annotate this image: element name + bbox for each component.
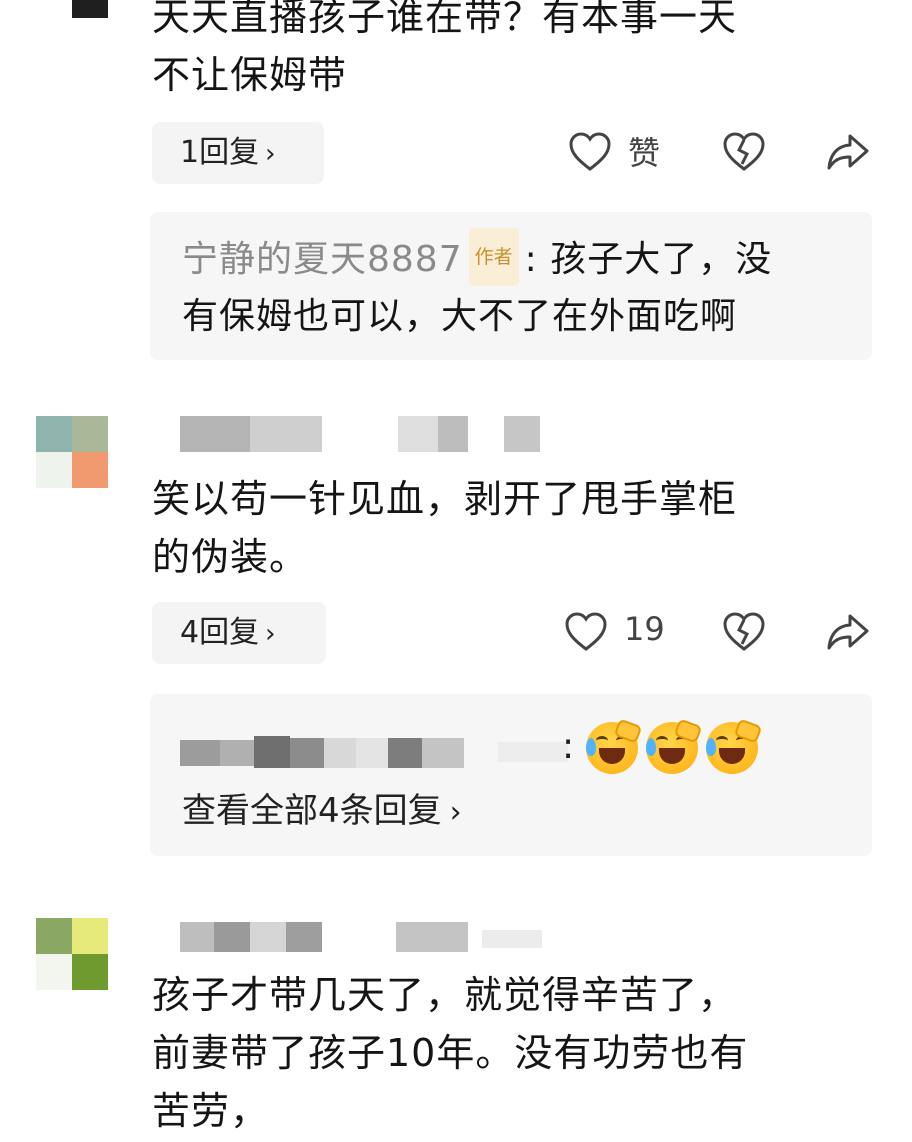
- view-all-replies-label: 查看全部4条回复: [182, 791, 442, 831]
- chevron-right-icon: ›: [449, 795, 462, 830]
- comment-text: 笑以苟一针见血，剥开了甩手掌柜 的伪装。: [152, 470, 872, 586]
- comment-text-line: 苦劳，: [152, 1089, 270, 1133]
- comment-text-line: 前妻带了孩子10年。没有功劳也有: [152, 1031, 749, 1075]
- rofl-emoji: [706, 718, 763, 774]
- view-all-replies-link[interactable]: 查看全部4条回复 ›: [182, 786, 462, 838]
- reply-count-label: 1回复: [180, 135, 260, 170]
- share-button[interactable]: [826, 132, 870, 172]
- sub-reply-author-redacted[interactable]: [180, 732, 568, 772]
- reply-count-label: 4回复: [180, 615, 260, 650]
- author-badge: 作者: [468, 228, 519, 286]
- comment-text-line: 的伪装。: [152, 535, 309, 579]
- sub-reply-line: 宁静的夏天8887 作者: 孩子大了，没: [182, 228, 852, 290]
- comment-text-line: 不让保姆带: [152, 53, 348, 97]
- heart-outline-icon: [569, 132, 611, 171]
- share-button[interactable]: [826, 612, 870, 652]
- share-arrow-icon: [827, 614, 869, 650]
- comment-text-line: 天天直播孩子谁在带？有本事一天: [152, 0, 738, 39]
- reply-count-button[interactable]: 1回复 ›: [152, 122, 324, 184]
- comment-text-line: 笑以苟一针见血，剥开了甩手掌柜: [152, 477, 738, 521]
- like-count: 赞: [628, 134, 661, 172]
- rofl-emoji: [646, 718, 703, 774]
- share-arrow-icon: [827, 134, 869, 170]
- sub-reply-text-line: 有保姆也可以，大不了在外面吃啊: [182, 296, 738, 337]
- username-redacted[interactable]: [152, 416, 552, 452]
- like-button[interactable]: [568, 132, 612, 172]
- avatar[interactable]: [36, 918, 108, 990]
- sub-reply-box[interactable]: 宁静的夏天8887 作者: 孩子大了，没 有保姆也可以，大不了在外面吃啊: [150, 212, 872, 360]
- like-button[interactable]: [564, 612, 608, 652]
- sub-reply-author[interactable]: 宁静的夏天8887: [182, 239, 463, 280]
- comment-text: 天天直播孩子谁在带？有本事一天 不让保姆带: [152, 0, 872, 104]
- username-redacted[interactable]: [152, 918, 552, 954]
- comment-text-line: 孩子才带几天了，就觉得辛苦了，: [152, 973, 738, 1017]
- avatar[interactable]: [36, 416, 108, 488]
- chevron-right-icon: ›: [265, 139, 276, 169]
- sub-reply-text: 宁静的夏天8887 作者: 孩子大了，没 有保姆也可以，大不了在外面吃啊: [182, 228, 852, 344]
- broken-heart-icon: [723, 132, 765, 171]
- sub-reply-colon: :: [562, 726, 575, 767]
- sub-reply-box[interactable]: : 查看全部4条回复 ›: [150, 694, 872, 856]
- broken-heart-icon: [723, 612, 765, 651]
- comment-text: 孩子才带几天了，就觉得辛苦了， 前妻带了孩子10年。没有功劳也有 苦劳，: [152, 966, 882, 1140]
- heart-outline-icon: [565, 612, 607, 651]
- dislike-button[interactable]: [722, 132, 766, 172]
- avatar[interactable]: [72, 0, 108, 18]
- sub-reply-colon: :: [524, 239, 538, 280]
- like-count: 19: [624, 610, 665, 648]
- chevron-right-icon: ›: [265, 619, 276, 649]
- rofl-emoji: [586, 718, 643, 774]
- sub-reply-text-line: 孩子大了，没: [550, 239, 773, 280]
- dislike-button[interactable]: [722, 612, 766, 652]
- reply-count-button[interactable]: 4回复 ›: [152, 602, 326, 664]
